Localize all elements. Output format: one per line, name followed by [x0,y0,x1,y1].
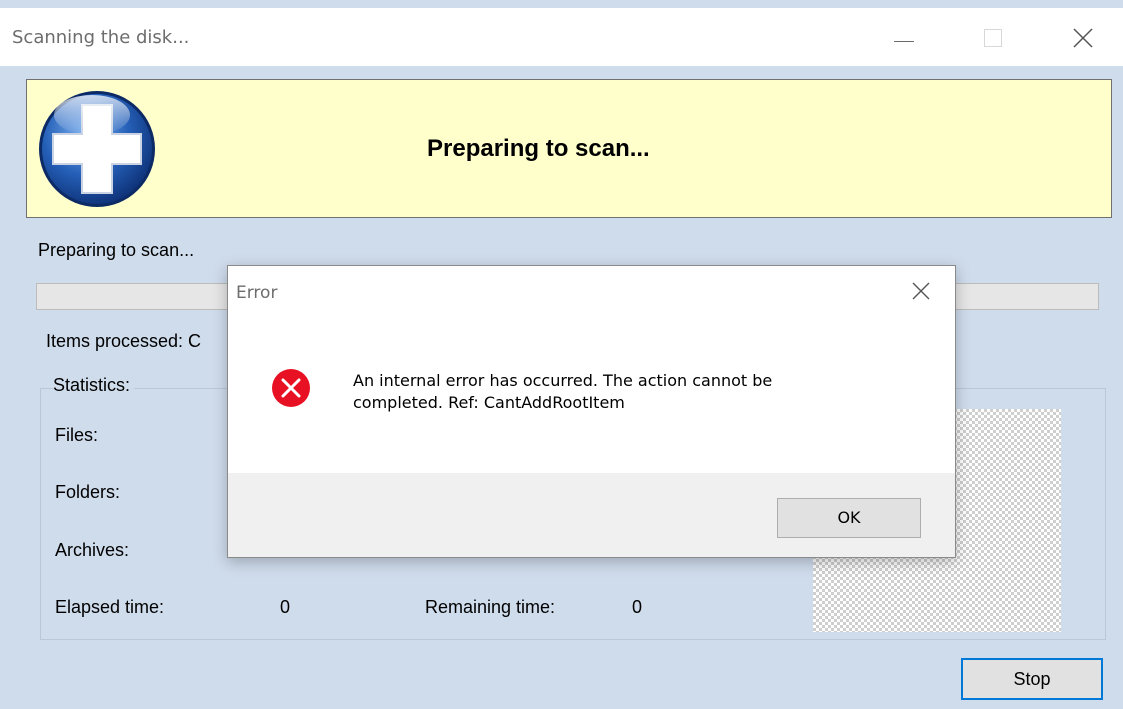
error-message: An internal error has occurred. The acti… [353,370,913,414]
status-banner: Preparing to scan... [26,79,1112,218]
error-message-line-2: completed. Ref: CantAddRootItem [353,393,625,412]
remaining-time-label: Remaining time: [425,597,556,617]
scan-window: Scanning the disk... Preparing to scan..… [0,0,1123,709]
archives-label: Archives: [55,540,130,560]
maximize-button[interactable] [970,17,1016,57]
maximize-icon [984,29,1002,47]
statistics-title: Statistics: [53,375,135,396]
items-processed-label: Items processed: C [46,331,202,351]
stop-button[interactable]: Stop [961,658,1103,700]
minimize-button[interactable] [882,17,928,57]
folders-label: Folders: [55,482,121,502]
close-button[interactable] [1060,17,1106,57]
title-bar[interactable]: Scanning the disk... [0,8,1123,66]
error-icon [272,369,310,407]
elapsed-time-label: Elapsed time: [55,597,165,617]
dialog-footer: OK [228,473,955,557]
window-title: Scanning the disk... [12,27,190,48]
scan-status-text: Preparing to scan... [38,240,195,260]
dialog-title: Error [236,283,278,303]
banner-title: Preparing to scan... [427,135,650,162]
close-icon [1073,28,1093,48]
files-label: Files: [55,425,99,445]
medical-cross-icon [39,91,155,207]
error-dialog: Error An internal error has occurred. Th… [227,265,956,558]
minimize-icon [894,41,914,42]
elapsed-time-value: 0 [280,597,291,617]
error-message-line-1: An internal error has occurred. The acti… [353,371,773,390]
ok-button[interactable]: OK [777,498,921,538]
dialog-close-icon[interactable] [910,280,932,302]
remaining-time-value: 0 [632,597,643,617]
